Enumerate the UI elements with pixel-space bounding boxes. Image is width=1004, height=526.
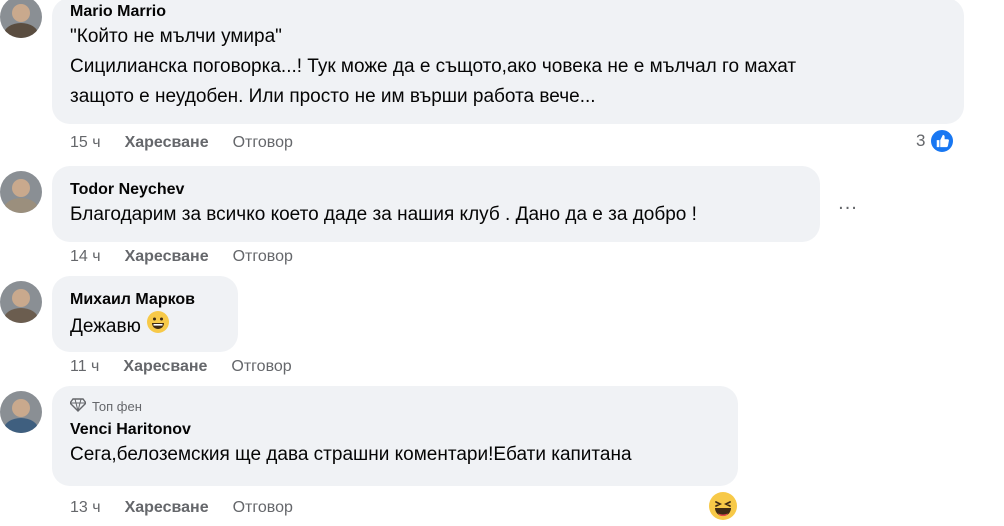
comment-actions: 15 ч Харесване Отговор (70, 133, 293, 153)
comment-author[interactable]: Mario Marrio (70, 2, 946, 22)
comment-text-line: Дежавю (70, 310, 220, 344)
comment-bubble: Mario Marrio "Който не мълчи умира" Сици… (52, 0, 964, 124)
comment-author[interactable]: Todor Neychev (70, 180, 802, 200)
comment-text-line: "Който не мълчи умира" (70, 26, 282, 47)
comment-author[interactable]: Venci Haritonov (70, 420, 720, 440)
like-button[interactable]: Харесване (123, 357, 207, 377)
reply-button[interactable]: Отговор (233, 247, 293, 267)
like-icon (929, 128, 956, 154)
reaction-summary[interactable]: 3 (916, 128, 956, 154)
comment-text-line: Сицилианска поговорка...! Тук може да е … (70, 56, 797, 77)
badge-label: Топ фен (92, 399, 142, 414)
diamond-icon (69, 398, 87, 416)
top-fan-badge: Топ фен (69, 398, 720, 416)
comment-bubble: Михаил Марков Дежавю (52, 276, 238, 352)
comment-text-line: Благодарим за всичко което даде за нашия… (70, 204, 697, 225)
reply-button[interactable]: Отговор (233, 498, 293, 518)
comment-timestamp[interactable]: 11 ч (70, 357, 99, 377)
comment-actions: 11 ч Харесване Отговор (70, 357, 292, 377)
like-button[interactable]: Харесване (125, 247, 209, 267)
comment-actions: 14 ч Харесване Отговор (70, 247, 293, 267)
comment-actions: 13 ч Харесване Отговор (70, 498, 293, 518)
comment-timestamp[interactable]: 13 ч (70, 498, 101, 518)
comment-timestamp[interactable]: 14 ч (70, 247, 101, 267)
comment-text-line: Сега,белоземския ще дава страшни комента… (70, 444, 632, 465)
like-button[interactable]: Харесване (125, 133, 209, 153)
comment-timestamp[interactable]: 15 ч (70, 133, 101, 153)
avatar[interactable] (0, 391, 42, 433)
like-button[interactable]: Харесване (125, 498, 209, 518)
reaction-count: 3 (916, 131, 926, 150)
more-options-button[interactable]: ... (833, 188, 863, 218)
comment-text: Дежавю (70, 316, 141, 338)
avatar[interactable] (0, 0, 42, 38)
grinning-face-icon (146, 310, 170, 344)
avatar[interactable] (0, 281, 42, 323)
comment-author[interactable]: Михаил Марков (70, 290, 220, 310)
avatar[interactable] (0, 171, 42, 213)
comment-bubble: Топ фен Venci Haritonov Сега,белоземския… (52, 386, 738, 486)
comment-bubble: Todor Neychev Благодарим за всичко което… (52, 166, 820, 242)
reply-button[interactable]: Отговор (233, 133, 293, 153)
laughing-face-icon[interactable] (708, 491, 738, 521)
reply-button[interactable]: Отговор (231, 357, 291, 377)
comment-text-line: защото е неудобен. Или просто не им върш… (70, 86, 596, 107)
